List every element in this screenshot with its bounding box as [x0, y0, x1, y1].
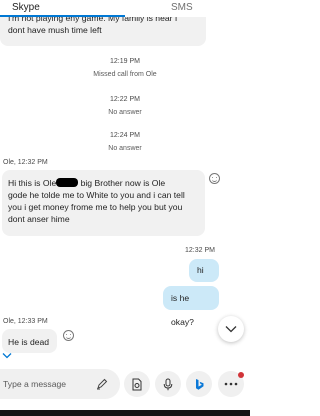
- media-icon: [132, 378, 142, 390]
- chevron-down-icon[interactable]: [2, 352, 12, 359]
- system-message-text: No answer: [108, 145, 142, 152]
- active-tab-indicator: [0, 15, 125, 17]
- message-bubble-outgoing[interactable]: hi: [189, 259, 219, 282]
- media-button[interactable]: [124, 371, 150, 397]
- message-time: 12:32 PM: [185, 247, 215, 254]
- bing-button[interactable]: [186, 371, 212, 397]
- more-icon: [224, 382, 238, 386]
- microphone-icon: [163, 378, 173, 390]
- message-input-placeholder: Type a message: [3, 379, 67, 389]
- chevron-down-icon: [225, 326, 237, 333]
- tab-sms[interactable]: SMS: [171, 2, 193, 13]
- message-text: gode he tolde me to White to you and i c…: [8, 190, 185, 200]
- message-text: dont anser hime: [8, 214, 70, 224]
- system-message-no-answer: 12:24 PM No answer: [0, 130, 250, 154]
- voice-message-button[interactable]: [155, 371, 181, 397]
- bing-icon: [196, 378, 204, 390]
- message-text: big Brother now is Ole: [78, 178, 166, 188]
- message-text: dont have mush time left: [8, 25, 102, 35]
- tab-bar: Skype SMS: [0, 0, 250, 17]
- message-input[interactable]: Type a message: [0, 369, 120, 399]
- system-message-text: Missed call from Ole: [93, 71, 157, 78]
- system-message-time: 12:22 PM: [110, 96, 140, 103]
- system-message-missed-call: 12:19 PM Missed call from Ole: [0, 56, 250, 80]
- message-composer: Type a message: [0, 366, 250, 406]
- scroll-to-bottom-button[interactable]: [218, 316, 244, 342]
- message-text: you i get money frome me to help you but…: [8, 202, 183, 212]
- message-sender-header: Ole, 12:32 PM: [3, 159, 48, 166]
- message-bubble-incoming[interactable]: Hi this is Ole big Brother now is Ole go…: [2, 170, 205, 236]
- chat-area[interactable]: I'm not playing eny game. My family is n…: [0, 0, 250, 362]
- redaction-mark: [56, 178, 79, 187]
- message-bubble-outgoing[interactable]: is he okay?: [163, 286, 219, 327]
- tab-skype[interactable]: Skype: [12, 2, 40, 13]
- message-line: Hi this is Ole big Brother now is Ole: [8, 177, 199, 189]
- message-sender-header: Ole, 12:33 PM: [3, 318, 48, 325]
- system-message-time: 12:19 PM: [110, 58, 140, 65]
- message-text: is he okay?: [171, 293, 194, 327]
- emoji-icon[interactable]: [63, 330, 74, 341]
- message-text: He is dead: [8, 337, 50, 347]
- pen-icon[interactable]: [96, 378, 108, 390]
- system-message-text: No answer: [108, 109, 142, 116]
- message-text: hi: [197, 265, 204, 275]
- notification-dot: [238, 372, 244, 378]
- message-text: Hi this is Ole: [8, 178, 57, 188]
- message-bubble-incoming[interactable]: He is dead: [2, 329, 57, 353]
- system-message-time: 12:24 PM: [110, 132, 140, 139]
- bottom-bar: [0, 410, 250, 416]
- system-message-no-answer: 12:22 PM No answer: [0, 94, 250, 118]
- emoji-icon[interactable]: [209, 173, 220, 184]
